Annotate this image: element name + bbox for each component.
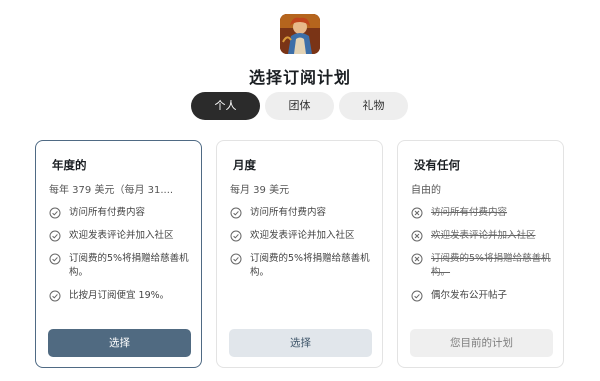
x-circle-icon: [411, 207, 423, 219]
check-circle-icon: [49, 207, 61, 219]
check-circle-icon: [230, 253, 242, 265]
feature-item: 欢迎发表评论并加入社区: [411, 229, 556, 243]
check-circle-icon: [230, 207, 242, 219]
plan-price: 自由的: [411, 185, 441, 196]
feature-list: 访问所有付费内容 欢迎发表评论并加入社区 订阅费的5%将捐赠给慈善机构。 比按月…: [49, 206, 194, 312]
tab-group[interactable]: 团体: [265, 92, 334, 120]
feature-item: 访问所有付费内容: [411, 206, 556, 220]
page-title: 选择订阅计划: [248, 68, 351, 87]
feature-item: 订阅费的5%将捐赠给慈善机构。: [49, 252, 194, 280]
publication-logo: [280, 14, 320, 54]
select-annual-button[interactable]: 选择: [48, 329, 191, 357]
feature-item: 订阅费的5%将捐赠给慈善机构。: [230, 252, 375, 280]
check-circle-icon: [49, 253, 61, 265]
tab-individual[interactable]: 个人: [191, 92, 260, 120]
select-monthly-button[interactable]: 选择: [229, 329, 372, 357]
x-circle-icon: [411, 230, 423, 242]
feature-item: 欢迎发表评论并加入社区: [230, 229, 375, 243]
feature-item: 访问所有付费内容: [230, 206, 375, 220]
plan-title: 年度的: [52, 158, 87, 172]
plan-card-annual[interactable]: 年度的 每年 379 美元（每月 31.... 访问所有付费内容 欢迎发表评论并…: [35, 140, 202, 368]
feature-item: 欢迎发表评论并加入社区: [49, 229, 194, 243]
x-circle-icon: [411, 253, 423, 265]
check-circle-icon: [49, 290, 61, 302]
plan-price: 每月 39 美元: [230, 185, 290, 196]
feature-item: 访问所有付费内容: [49, 206, 194, 220]
check-circle-icon: [49, 230, 61, 242]
plan-card-free[interactable]: 没有任何 自由的 访问所有付费内容 欢迎发表评论并加入社区 订阅费的5%将捐赠给…: [397, 140, 564, 368]
current-plan-button: 您目前的计划: [410, 329, 553, 357]
plan-title: 没有任何: [414, 158, 460, 172]
feature-list: 访问所有付费内容 欢迎发表评论并加入社区 订阅费的5%将捐赠给慈善机构。 偶尔发…: [411, 206, 556, 312]
feature-item: 偶尔发布公开帖子: [411, 289, 556, 303]
check-circle-icon: [411, 290, 423, 302]
check-circle-icon: [230, 230, 242, 242]
plan-card-monthly[interactable]: 月度 每月 39 美元 访问所有付费内容 欢迎发表评论并加入社区 订阅费的5%将…: [216, 140, 383, 368]
tab-gift[interactable]: 礼物: [339, 92, 408, 120]
feature-list: 访问所有付费内容 欢迎发表评论并加入社区 订阅费的5%将捐赠给慈善机构。: [230, 206, 375, 289]
feature-item: 比按月订阅便宜 19%。: [49, 289, 194, 303]
plan-price: 每年 379 美元（每月 31....: [49, 185, 174, 196]
plan-title: 月度: [233, 158, 256, 172]
feature-item: 订阅费的5%将捐赠给慈善机构。: [411, 252, 556, 280]
